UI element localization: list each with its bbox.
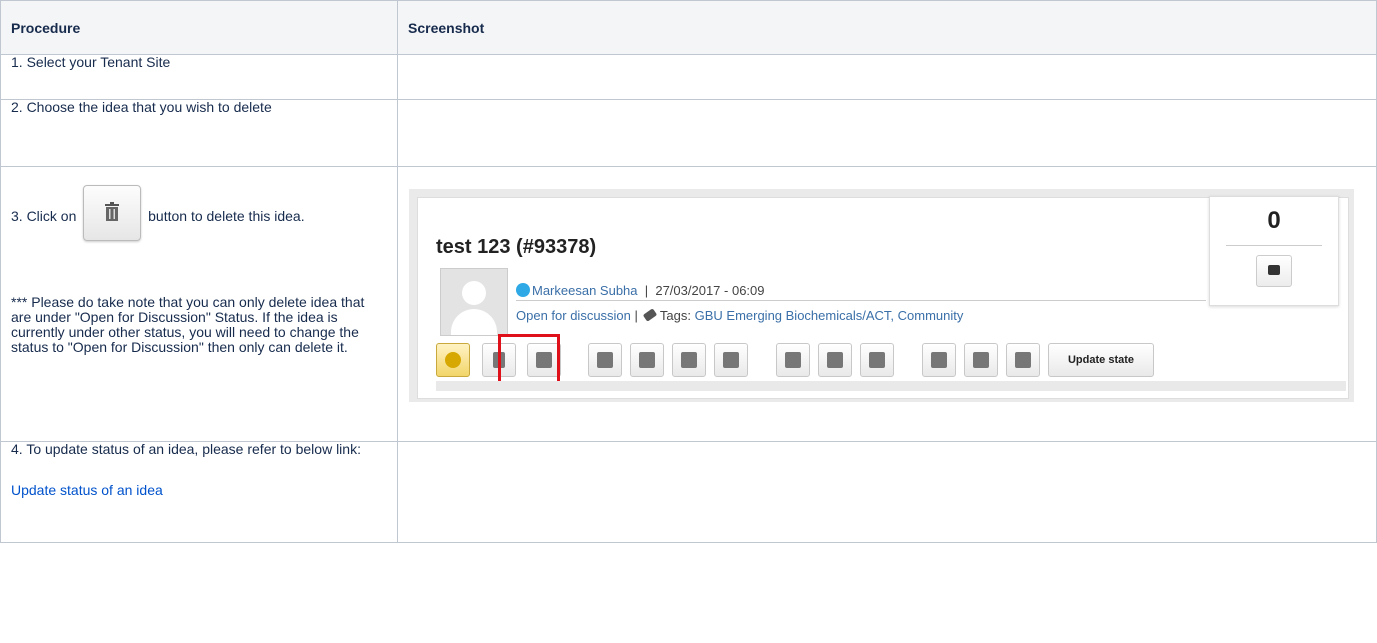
- tags-link[interactable]: GBU Emerging Biochemicals/ACT, Community: [695, 308, 964, 323]
- meta-divider: [516, 300, 1206, 301]
- vote-count: 0: [1267, 207, 1281, 234]
- header-procedure: Procedure: [0, 0, 398, 55]
- trash-icon: [105, 202, 120, 221]
- delete-button-image: [83, 185, 142, 241]
- translate-icon[interactable]: [714, 343, 748, 377]
- pin-icon[interactable]: [630, 343, 664, 377]
- header-screenshot: Screenshot: [397, 0, 1377, 55]
- idea-datetime: 27/03/2017 - 06:09: [655, 283, 765, 298]
- eye-icon[interactable]: [436, 343, 470, 377]
- equals-icon[interactable]: [860, 343, 894, 377]
- thumbs-up-icon[interactable]: [1256, 255, 1292, 287]
- step-4-screenshot-cell: [397, 441, 1377, 543]
- mail-icon[interactable]: [922, 343, 956, 377]
- step-2-text: 2. Choose the idea that you wish to dele…: [0, 99, 398, 167]
- table-row: 1. Select your Tenant Site: [0, 54, 1377, 100]
- vote-box: 0: [1209, 196, 1339, 306]
- step-3-note: *** Please do take note that you can onl…: [11, 294, 365, 355]
- idea-status-line: Open for discussion | Tags: GBU Emerging …: [516, 308, 964, 323]
- rss-icon[interactable]: [1006, 343, 1040, 377]
- idea-title: test 123 (#93378): [436, 236, 597, 258]
- author-link[interactable]: Markeesan Subha: [532, 283, 638, 298]
- step-3-post: button to delete this idea.: [148, 208, 305, 224]
- tag-icon: [642, 308, 658, 322]
- update-state-button[interactable]: Update state: [1048, 343, 1154, 377]
- highlight-box: [498, 334, 560, 388]
- step-2-screenshot-cell: [397, 99, 1377, 167]
- step-1-text: 1. Select your Tenant Site: [0, 54, 398, 100]
- update-status-link[interactable]: Update status of an idea: [11, 482, 163, 498]
- step-3-text: 3. Click on button to delete this idea.: [11, 175, 387, 241]
- step-3-screenshot-cell: test 123 (#93378) Markeesan Subha | 27/0…: [397, 166, 1377, 442]
- toolbar-shadow: [436, 381, 1346, 391]
- headset-icon[interactable]: [588, 343, 622, 377]
- table-row: 4. To update status of an idea, please r…: [0, 441, 1377, 543]
- idea-screenshot: test 123 (#93378) Markeesan Subha | 27/0…: [409, 189, 1354, 402]
- table-row: 2. Choose the idea that you wish to dele…: [0, 99, 1377, 167]
- tags-label: Tags:: [659, 308, 691, 323]
- status-link[interactable]: Open for discussion: [516, 308, 631, 323]
- idea-author-line: Markeesan Subha | 27/03/2017 - 06:09: [516, 283, 765, 298]
- server-icon[interactable]: [818, 343, 852, 377]
- avatar: [440, 268, 508, 336]
- step-4-text: 4. To update status of an idea, please r…: [11, 441, 361, 457]
- procedure-table: Procedure Screenshot 1. Select your Tena…: [0, 0, 1377, 543]
- arrows-icon[interactable]: [672, 343, 706, 377]
- badge-icon: [516, 283, 530, 297]
- idea-card: test 123 (#93378) Markeesan Subha | 27/0…: [417, 196, 1349, 399]
- table-row: 3. Click on button to delete this idea. …: [0, 166, 1377, 442]
- step-1-screenshot-cell: [397, 54, 1377, 100]
- step-3-pre: 3. Click on: [11, 208, 77, 224]
- header-row: Procedure Screenshot: [0, 0, 1377, 55]
- hierarchy-icon[interactable]: [776, 343, 810, 377]
- step-4-cell: 4. To update status of an idea, please r…: [0, 441, 398, 543]
- step-3-cell: 3. Click on button to delete this idea. …: [0, 166, 398, 442]
- pdf-icon[interactable]: [964, 343, 998, 377]
